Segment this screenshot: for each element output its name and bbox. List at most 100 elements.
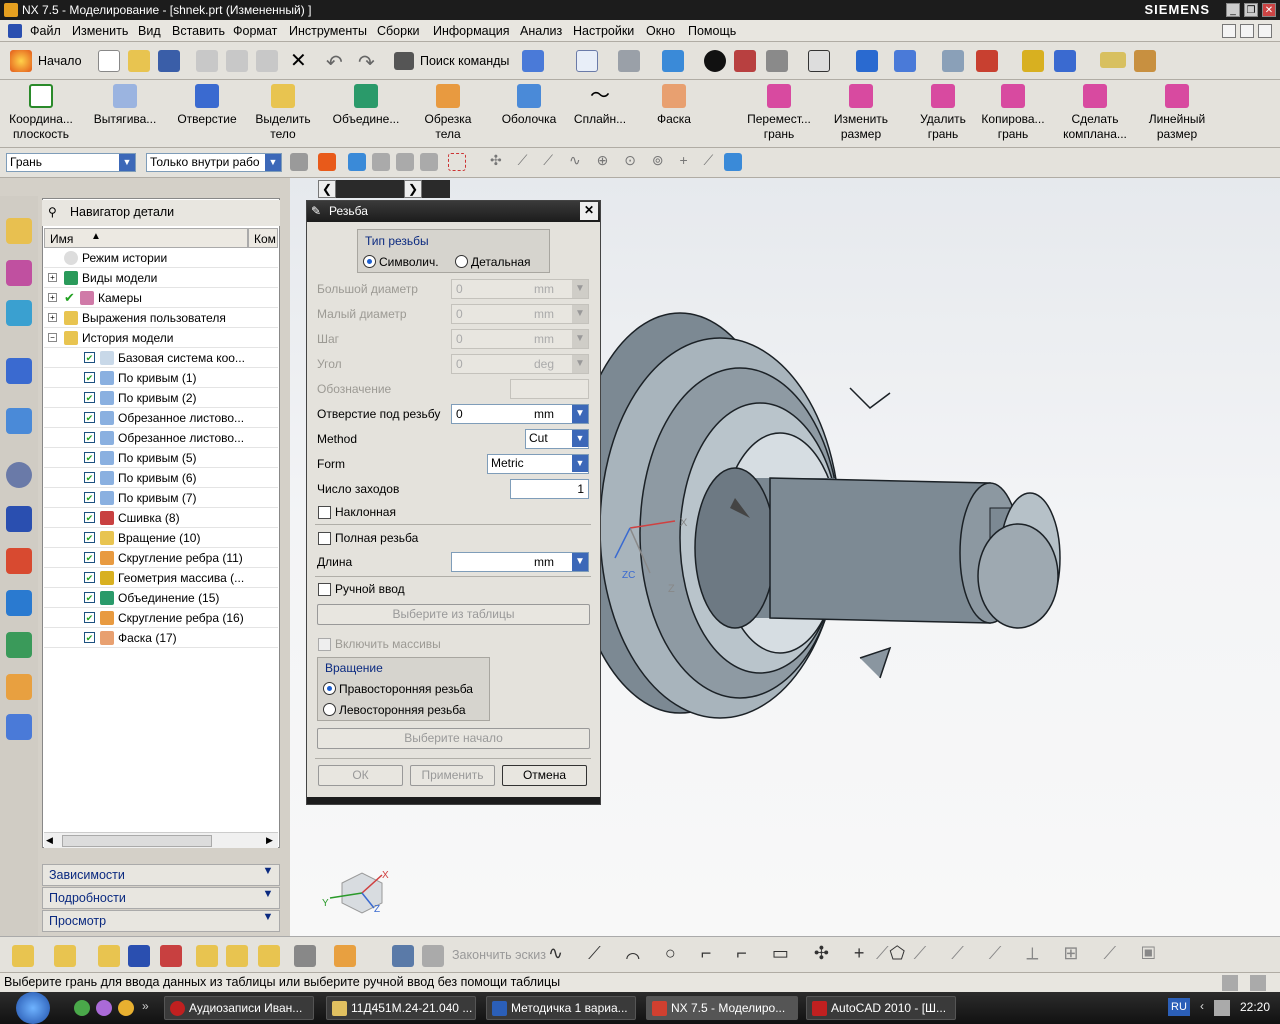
- feature-checkbox[interactable]: ✔: [84, 572, 95, 583]
- constraint-tools[interactable]: ⟋ ⟋ ⟋ ⟋ ⊥ ⊞ ⟋ ▣: [876, 943, 1166, 964]
- selection-filter-icon[interactable]: [290, 153, 308, 171]
- feature-checkbox[interactable]: ✔: [84, 372, 95, 383]
- quicklaunch-overflow-icon[interactable]: »: [142, 999, 149, 1013]
- trim-body-button[interactable]: Обрезка тела: [418, 82, 478, 142]
- redo-icon[interactable]: ↷: [358, 50, 375, 75]
- preview-panel[interactable]: Просмотр ▼: [42, 910, 280, 932]
- link-icon[interactable]: [258, 945, 280, 967]
- select-curve-icon[interactable]: [396, 153, 414, 171]
- move-face-button[interactable]: Перемест... грань: [744, 82, 814, 142]
- render-style-icon[interactable]: [618, 50, 640, 72]
- doc-restore-button[interactable]: [1240, 24, 1254, 38]
- copy-icon[interactable]: [226, 50, 248, 72]
- starts-field[interactable]: 1: [510, 479, 589, 499]
- tree-row[interactable]: ✔ Скругление ребра (11): [44, 548, 278, 568]
- delete-icon[interactable]: ✕: [290, 50, 307, 72]
- expand-icon[interactable]: +: [48, 313, 57, 322]
- move-component-icon[interactable]: [856, 50, 878, 72]
- length-field[interactable]: [451, 552, 589, 572]
- form-dropdown[interactable]: Metric ▼: [487, 454, 589, 474]
- pin-icon[interactable]: ⚲: [48, 205, 57, 219]
- feature-checkbox[interactable]: ✔: [84, 392, 95, 403]
- ok-button[interactable]: ОК: [318, 765, 403, 786]
- tree-row[interactable]: + Виды модели: [44, 268, 278, 288]
- feature-checkbox[interactable]: ✔: [84, 612, 95, 623]
- tree-row[interactable]: ✔ По кривым (5): [44, 448, 278, 468]
- analysis-icon[interactable]: [976, 50, 998, 72]
- shell-button[interactable]: Оболочка: [496, 82, 562, 127]
- scroll-right-icon[interactable]: ▶: [266, 835, 273, 846]
- menu-insert[interactable]: Вставить: [172, 24, 225, 38]
- feature-checkbox[interactable]: ✔: [84, 452, 95, 463]
- assembly-navigator-icon[interactable]: [6, 218, 32, 244]
- tree-row[interactable]: − История модели: [44, 328, 278, 348]
- paste-icon[interactable]: [256, 50, 278, 72]
- layers-icon[interactable]: [942, 50, 964, 72]
- tree-row[interactable]: ✔ По кривым (6): [44, 468, 278, 488]
- tree-row[interactable]: ✔ Вращение (10): [44, 528, 278, 548]
- tree-row[interactable]: ✔ Обрезанное листово...: [44, 428, 278, 448]
- restore-button[interactable]: ❐: [1244, 3, 1258, 17]
- symbolic-radio[interactable]: [363, 255, 376, 268]
- section-view-icon[interactable]: [734, 50, 756, 72]
- name-column-header[interactable]: Имя ▲: [44, 228, 248, 248]
- make-coplanar-button[interactable]: Сделать комплана...: [1060, 82, 1130, 142]
- tree-row[interactable]: ✔ Геометрия массива (...: [44, 568, 278, 588]
- taskbar-item-folder[interactable]: 11Д451М.24-21.040 ...: [326, 996, 476, 1020]
- assembly-icon[interactable]: [12, 945, 34, 967]
- select-start-button[interactable]: Выберите начало: [317, 728, 590, 749]
- linear-dimension-button[interactable]: Линейный размер: [1142, 82, 1212, 142]
- snap-point-icon[interactable]: [318, 153, 336, 171]
- tree-row[interactable]: ✔ Объединение (15): [44, 588, 278, 608]
- expand-icon[interactable]: +: [48, 273, 57, 282]
- collapse-icon[interactable]: −: [48, 333, 57, 342]
- sequence-icon[interactable]: [294, 945, 316, 967]
- visualization-icon[interactable]: [6, 548, 32, 574]
- quicklaunch-skype-icon[interactable]: [96, 1000, 112, 1016]
- menu-file[interactable]: Файл: [30, 24, 61, 38]
- finish-sketch-button[interactable]: Закончить эскиз: [452, 948, 546, 962]
- right-hand-radio[interactable]: [323, 682, 336, 695]
- feature-checkbox[interactable]: ✔: [84, 512, 95, 523]
- box-select-icon[interactable]: [448, 153, 466, 171]
- doc-close-button[interactable]: [1258, 24, 1272, 38]
- language-indicator[interactable]: RU: [1168, 998, 1190, 1016]
- system-scenes-icon[interactable]: [6, 674, 32, 700]
- length-spin[interactable]: ▼: [572, 553, 588, 571]
- quick-pick-icon[interactable]: [724, 153, 742, 171]
- taskbar-item-autocad[interactable]: AutoCAD 2010 - [Ш...: [806, 996, 956, 1020]
- tray-expand-icon[interactable]: ‹: [1200, 999, 1204, 1013]
- motion-icon[interactable]: [1022, 50, 1044, 72]
- menu-window[interactable]: Окно: [646, 24, 675, 38]
- feature-checkbox[interactable]: ✔: [84, 432, 95, 443]
- reuse-library-icon[interactable]: [6, 300, 32, 326]
- feature-checkbox[interactable]: ✔: [84, 412, 95, 423]
- menu-format[interactable]: Формат: [233, 24, 277, 38]
- tap-drill-field[interactable]: 0: [451, 404, 589, 424]
- apply-button[interactable]: Применить: [410, 765, 495, 786]
- feature-checkbox[interactable]: ✔: [84, 532, 95, 543]
- measure-icon[interactable]: [1134, 50, 1156, 72]
- tree-row[interactable]: ✔ Базовая система коо...: [44, 348, 278, 368]
- fit-view-icon[interactable]: [576, 50, 598, 72]
- copy-face-button[interactable]: Копирова... грань: [978, 82, 1048, 142]
- hole-button[interactable]: Отверстие: [174, 82, 240, 127]
- select-face-icon[interactable]: [348, 153, 366, 171]
- detailed-radio[interactable]: [455, 255, 468, 268]
- sketch-grid-icon[interactable]: [422, 945, 444, 967]
- roles-icon[interactable]: [6, 632, 32, 658]
- feature-checkbox[interactable]: ✔: [84, 472, 95, 483]
- minimize-button[interactable]: _: [1226, 3, 1240, 17]
- taskbar-item-audio[interactable]: Аудиозаписи Иван...: [164, 996, 314, 1020]
- dependencies-panel[interactable]: Зависимости ▼: [42, 864, 280, 886]
- feature-checkbox[interactable]: ✔: [84, 492, 95, 503]
- delete-face-button[interactable]: Удалить грань: [910, 82, 976, 142]
- tab-scroll-left-button[interactable]: ❮: [318, 180, 336, 198]
- tree-row[interactable]: ✔ Фаска (17): [44, 628, 278, 648]
- tapered-checkbox[interactable]: [318, 506, 331, 519]
- wave-icon[interactable]: [226, 945, 248, 967]
- shading-icon[interactable]: [704, 50, 726, 72]
- volume-icon[interactable]: [1214, 1000, 1230, 1016]
- scroll-thumb[interactable]: [62, 835, 212, 847]
- mate-icon[interactable]: [98, 945, 120, 967]
